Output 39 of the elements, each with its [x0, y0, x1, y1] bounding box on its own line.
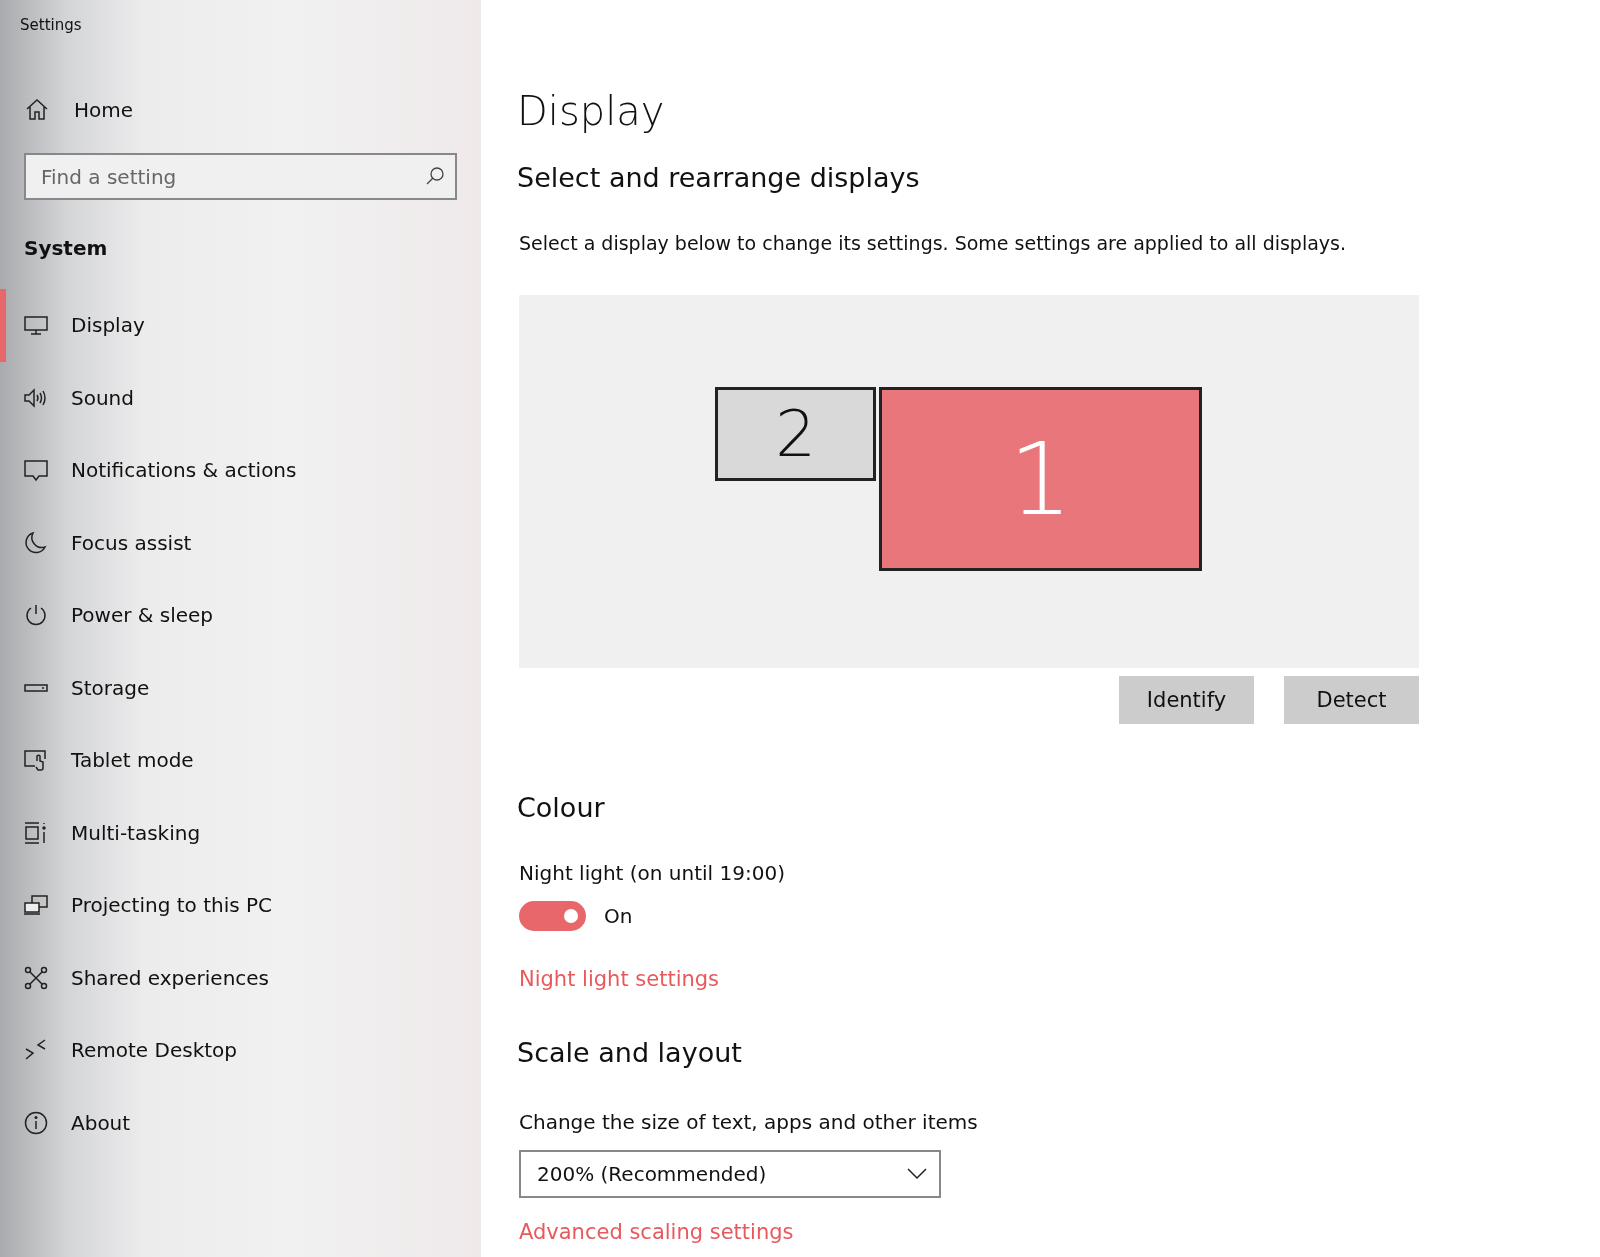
- toggle-switch[interactable]: [519, 901, 586, 931]
- sidebar-item[interactable]: Tablet mode: [0, 724, 481, 797]
- identify-button[interactable]: Identify: [1119, 676, 1254, 724]
- monitor-tile[interactable]: 2: [715, 387, 876, 481]
- sidebar-item[interactable]: Shared experiences: [0, 941, 481, 1014]
- section-heading: Colour: [517, 792, 605, 823]
- detect-button[interactable]: Detect: [1284, 676, 1419, 724]
- page-title: Display: [517, 88, 665, 134]
- home-icon: [24, 97, 50, 123]
- sidebar-item[interactable]: Sound: [0, 361, 481, 434]
- sidebar-item[interactable]: Remote Desktop: [0, 1014, 481, 1087]
- sidebar-item[interactable]: Notifications & actions: [0, 434, 481, 507]
- sidebar-item[interactable]: Display: [0, 289, 481, 362]
- sidebar-item[interactable]: Projecting to this PC: [0, 869, 481, 942]
- setting-label: Change the size of text, apps and other items: [519, 1110, 978, 1134]
- chevron-down-icon: [907, 1168, 927, 1180]
- sidebar-item[interactable]: Storage: [0, 651, 481, 724]
- network-nodes-icon: [23, 964, 49, 991]
- search-field[interactable]: Find a setting: [24, 153, 457, 200]
- info-icon: [23, 1109, 49, 1136]
- sidebar-item[interactable]: About: [0, 1086, 481, 1159]
- tablet-hand-icon: [23, 747, 49, 774]
- multitasking-icon: [23, 819, 49, 846]
- sidebar-item[interactable]: Focus assist: [0, 506, 481, 579]
- sidebar-item[interactable]: Multi-tasking: [0, 796, 481, 869]
- description-text: Select a display below to change its settings. Some settings are applied to all displays.: [519, 232, 1347, 254]
- scale-dropdown[interactable]: 200% (Recommended): [519, 1150, 941, 1198]
- sidebar-item[interactable]: Power & sleep: [0, 579, 481, 652]
- window-title: Settings: [20, 16, 82, 34]
- section-heading: System: [24, 236, 108, 260]
- setting-label: Night light (on until 19:00): [519, 861, 785, 885]
- moon-icon: [23, 529, 49, 556]
- section-heading: Scale and layout: [517, 1037, 742, 1068]
- drive-icon: [23, 683, 49, 692]
- section-heading: Select and rearrange displays: [517, 162, 920, 193]
- search-icon: [425, 166, 445, 186]
- home-link[interactable]: Home: [24, 97, 134, 123]
- toggle-state: On: [604, 904, 633, 928]
- speech-bubble-icon: [23, 457, 49, 484]
